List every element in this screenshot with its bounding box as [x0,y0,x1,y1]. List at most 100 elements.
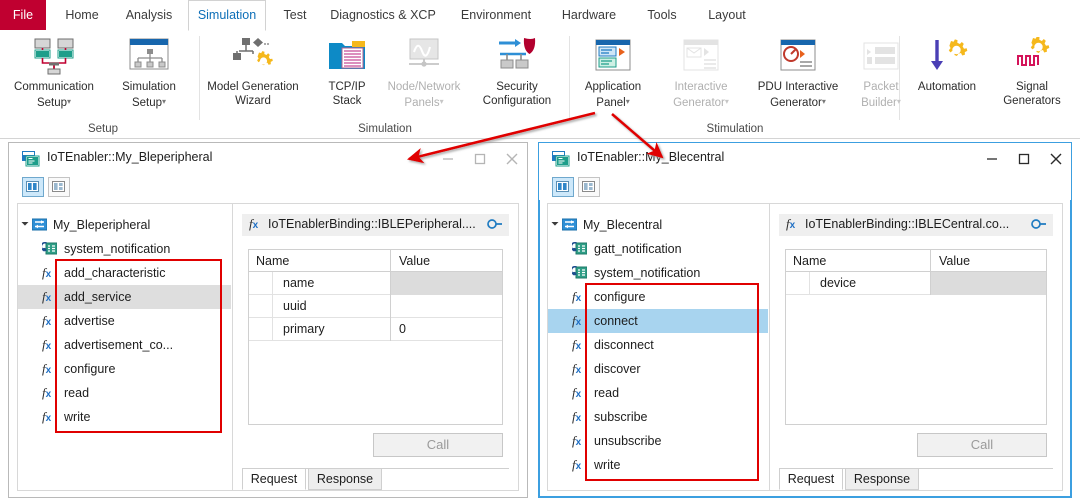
tab-response[interactable]: Response [845,468,919,490]
function-icon: fx [572,409,582,424]
two-column-layout-icon [26,181,39,192]
tree-item-read[interactable]: fx read [548,381,768,405]
tree-item-label: discover [594,362,641,376]
tree-item-advertise[interactable]: fx advertise [18,309,231,333]
function-icon: fx [572,313,582,328]
ribbon-command-label: PDU Interactive Generator▾ [757,81,839,109]
window-title-bar[interactable]: IoTEnabler::My_Bleperipheral [9,143,527,174]
tab-response[interactable]: Response [308,468,382,490]
call-button[interactable]: Call [373,433,503,457]
ribbon-tab-home[interactable]: Home [54,0,110,30]
window-minimize-button[interactable] [433,143,463,174]
ribbon-tab-analysis[interactable]: Analysis [116,0,182,30]
ribbon-tab-environment[interactable]: Environment [448,0,544,30]
function-icon: fx [572,337,582,352]
grid-row[interactable]: primary 0 [249,318,502,341]
tree-root-node[interactable]: ⏷ My_Bleperipheral [18,213,231,237]
tree-item-configure[interactable]: fx configure [548,285,768,309]
tab-request[interactable]: Request [779,468,843,490]
chevron-down-icon[interactable]: ⏷ [548,213,562,237]
ribbon-command-label: Node/Network Panels▾ [387,81,461,109]
function-icon: fx [42,385,52,400]
pane-splitter[interactable] [769,203,770,491]
grid-cell-value[interactable] [391,295,502,318]
grid-cell-value[interactable] [391,272,502,295]
tree-item-unsubscribe[interactable]: fx unsubscribe [548,429,768,453]
window-bleperipheral[interactable]: IoTEnabler::My_Bleperipheral⏷ My_Bleperip… [8,142,528,498]
tab-request[interactable]: Request [242,468,306,490]
window-toolbar [9,174,527,200]
window-minimize-button[interactable] [977,143,1007,174]
grid-row[interactable]: name [249,272,502,295]
toolbar-button-split-layout[interactable] [578,177,600,197]
tree-item-read[interactable]: fx read [18,381,231,405]
ribbon-command-security-configuration[interactable]: Security Configuration [468,34,566,108]
ribbon-tab-hardware[interactable]: Hardware [550,0,628,30]
object-tree[interactable]: ⏷ My_Blecentral gatt_notification system_no… [548,213,768,481]
window-blecentral[interactable]: IoTEnabler::My_Blecentral⏷ My_Blecentral g… [538,142,1072,498]
parameter-grid[interactable]: Name Value name uuid primary 0 [248,249,503,425]
chevron-down-icon[interactable]: ⏷ [18,213,32,237]
toolbar-button-two-column-layout[interactable] [22,177,44,197]
window-close-button[interactable] [1041,143,1071,174]
tree-item-discover[interactable]: fx discover [548,357,768,381]
tree-item-connect[interactable]: fx connect [548,309,768,333]
ribbon-command-tcpip-stack[interactable]: TCP/IP Stack [316,34,378,108]
chevron-down-icon[interactable]: ▾ [626,97,630,106]
ribbon-command-signal-generators[interactable]: Signal Generators [990,34,1074,108]
tree-item-gatt_notification[interactable]: gatt_notification [548,237,768,261]
grid-row[interactable]: device [786,272,1046,295]
tree-item-subscribe[interactable]: fx subscribe [548,405,768,429]
ribbon-tab-simulation[interactable]: Simulation [188,0,266,31]
window-title-bar[interactable]: IoTEnabler::My_Blecentral [539,143,1071,174]
binding-bar[interactable]: fx IoTEnablerBinding::IBLEPeripheral.... [242,214,509,236]
call-button[interactable]: Call [917,433,1047,457]
tree-item-disconnect[interactable]: fx disconnect [548,333,768,357]
interactive-generator-icon [656,34,746,78]
toolbar-button-split-layout[interactable] [48,177,70,197]
ribbon-command-label: Application Panel▾ [584,81,642,109]
ribbon-tab-diagnostics-xcp[interactable]: Diagnostics & XCP [324,0,442,30]
ribbon-command-application-panel[interactable]: Application Panel▾ [570,34,656,110]
tree-item-system_notification[interactable]: system_notification [548,261,768,285]
notification-icon [572,266,594,279]
ribbon-tab-tools[interactable]: Tools [634,0,690,30]
tree-item-write[interactable]: fx write [548,453,768,477]
object-tree[interactable]: ⏷ My_Bleperipheral system_notification fx ad… [18,213,231,481]
window-maximize-button[interactable] [465,143,495,174]
ribbon-tab-file[interactable]: File [0,0,46,30]
chevron-down-icon[interactable]: ▾ [67,97,71,106]
tree-item-add_characteristic[interactable]: fx add_characteristic [18,261,231,285]
window-close-button[interactable] [497,143,527,174]
ribbon-body: Setup Simulation Stimulation Communication … [0,30,1080,139]
tree-item-configure[interactable]: fx configure [18,357,231,381]
tree-root-node[interactable]: ⏷ My_Blecentral [548,213,768,237]
ribbon-command-label: Simulation Setup▾ [122,81,176,109]
pane-splitter[interactable] [232,203,233,491]
tree-item-advertisement_co[interactable]: fx advertisement_co... [18,333,231,357]
grid-row[interactable]: uuid [249,295,502,318]
function-icon: fx [42,409,52,424]
ribbon-command-pdu-interactive-generator[interactable]: PDU Interactive Generator▾ [744,34,852,110]
ribbon-tab-layout[interactable]: Layout [696,0,758,30]
toolbar-button-two-column-layout[interactable] [552,177,574,197]
chevron-down-icon[interactable]: ▾ [822,97,826,106]
parameter-grid[interactable]: Name Value device [785,249,1047,425]
ribbon-command-communication-setup[interactable]: Communication Setup▾ [8,34,100,110]
function-icon: fx [249,216,259,231]
ribbon-command-label: Model Generation Wizard [207,81,299,107]
ribbon-command-model-generation-wizard[interactable]: Model Generation Wizard [190,34,316,108]
tree-item-system_notification[interactable]: system_notification [18,237,231,261]
window-maximize-button[interactable] [1009,143,1039,174]
ribbon-command-automation[interactable]: Automation [904,34,990,95]
ribbon: File Home Analysis Simulation Test Diagnostic… [0,0,1080,139]
tree-item-write[interactable]: fx write [18,405,231,429]
ribbon-command-simulation-setup[interactable]: Simulation Setup▾ [104,34,194,110]
grid-cell-value[interactable]: 0 [391,318,502,341]
tree-item-add_service[interactable]: fx add_service [18,285,231,309]
ribbon-tab-test[interactable]: Test [272,0,318,30]
grid-cell-value[interactable] [931,272,1046,295]
chevron-down-icon[interactable]: ▾ [162,97,166,106]
binding-bar[interactable]: fx IoTEnablerBinding::IBLECentral.co... [779,214,1053,236]
ribbon-command-label: Automation [917,81,977,93]
